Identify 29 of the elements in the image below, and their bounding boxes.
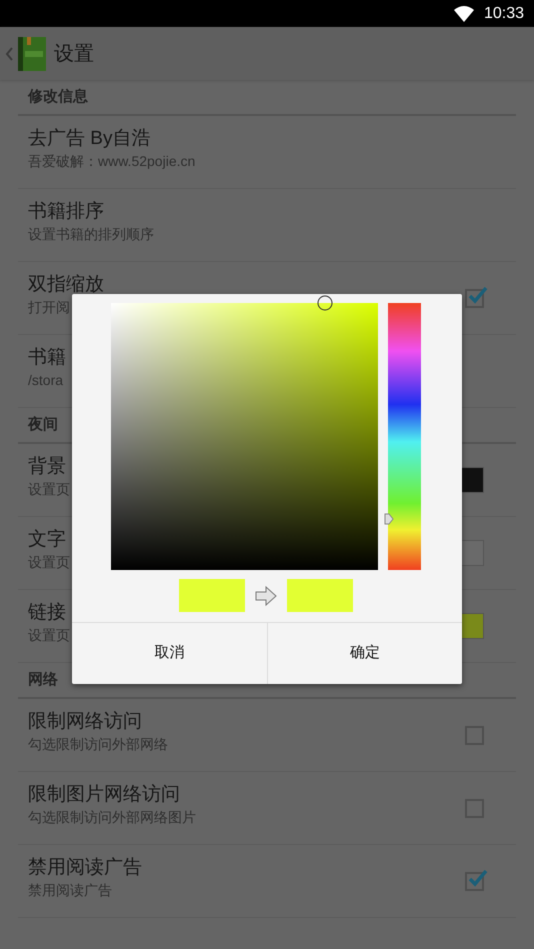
dialog-button[interactable]: 确定 (266, 623, 462, 684)
dialog-button[interactable]: 取消 (72, 623, 266, 684)
checkmark-icon (468, 868, 488, 888)
arrow-right-icon (255, 586, 277, 606)
setting-summary: 设置页 (28, 553, 70, 572)
setting-title: 禁用阅读广告 (28, 856, 142, 880)
section-header: 网络 (28, 670, 58, 690)
setting-title: 限制网络访问 (28, 710, 142, 734)
section-header: 修改信息 (28, 86, 88, 107)
section-header: 夜间 (28, 414, 58, 435)
clock: 10:33 (484, 4, 524, 24)
setting-title: 链接 (28, 601, 66, 625)
saturation-value-picker[interactable] (111, 303, 378, 570)
app-logo-icon (18, 36, 46, 70)
setting-title: 书籍 (28, 346, 66, 370)
setting-summary: 设置页 (28, 626, 70, 645)
setting-title: 去广告 By自浩 (28, 127, 150, 151)
checkmark-icon (468, 284, 488, 304)
page-title: 设置 (54, 42, 94, 66)
wifi-icon (454, 6, 474, 22)
hue-thumb[interactable] (384, 513, 394, 526)
setting-title: 书籍排序 (28, 200, 104, 224)
setting-title: 限制图片网络访问 (28, 783, 180, 807)
setting-title: 文字 (28, 528, 66, 552)
setting-summary: 设置页 (28, 480, 70, 499)
setting-summary: /stora (28, 371, 64, 390)
picker-handle-icon[interactable] (317, 295, 333, 311)
setting-title: 背景 (28, 455, 66, 479)
setting-title: 双指缩放 (28, 273, 104, 297)
